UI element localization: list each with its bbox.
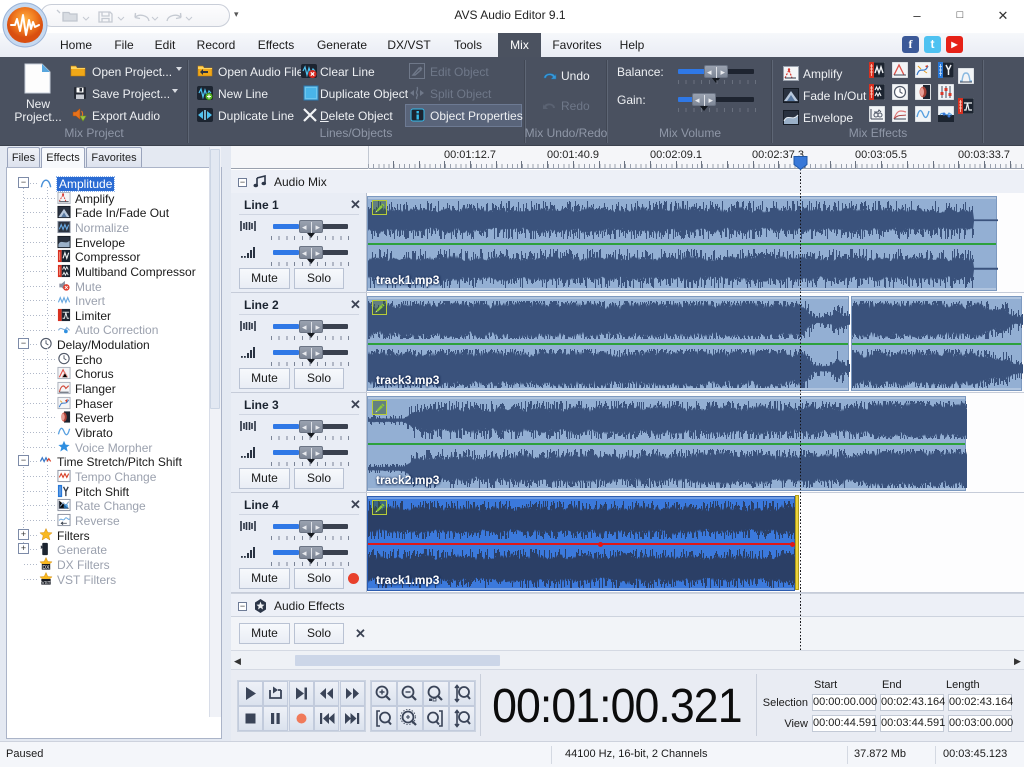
svg-text:VST: VST [41,580,50,585]
svg-text:DX: DX [42,565,50,571]
